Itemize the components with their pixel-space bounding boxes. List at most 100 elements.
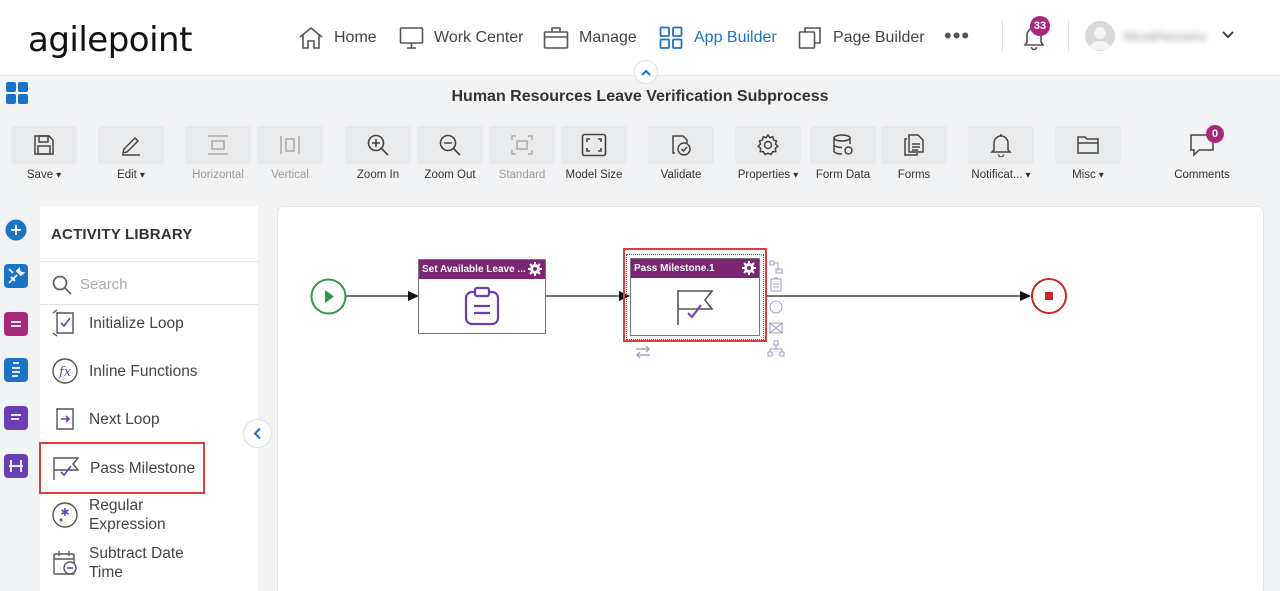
start-event[interactable] (310, 278, 347, 315)
bell-icon (990, 134, 1012, 157)
zoom-in-label: Zoom In (356, 169, 400, 181)
library-item-inline-functions[interactable]: fx Inline Functions (40, 348, 258, 394)
end-event[interactable] (1030, 277, 1068, 315)
nav-work-center-label: Work Center (434, 29, 524, 46)
model-size-button[interactable]: Model Size (561, 126, 627, 184)
user-icon (1089, 27, 1111, 50)
vertical-label: Vertical (271, 169, 309, 181)
model-size-label: Model Size (565, 169, 623, 181)
misc-button[interactable]: Misc ▾ (1055, 126, 1121, 184)
nav-work-center[interactable]: Work Center (399, 24, 524, 52)
library-item-label: Subtract Date Time (89, 545, 184, 581)
left-icon-rail (0, 206, 34, 591)
comments-button[interactable]: 0 Comments (1169, 125, 1235, 184)
library-item-label: Next Loop (89, 410, 160, 428)
edit-button[interactable]: Edit ▾ (98, 126, 164, 184)
vertical-button[interactable]: Vertical (257, 126, 323, 184)
library-item-initialize-loop[interactable]: Initialize Loop (40, 300, 258, 346)
edit-label: Edit (117, 169, 137, 181)
pass-milestone-icon (677, 289, 714, 325)
forms-icon (904, 134, 924, 156)
validate-label: Validate (660, 169, 702, 181)
zoom-in-button[interactable]: Zoom In (345, 126, 411, 184)
notifications-toolbar-button[interactable]: Notificat... ▾ (968, 126, 1034, 184)
nav-manage[interactable]: Manage (543, 24, 637, 52)
nav-app-builder-label: App Builder (694, 29, 777, 46)
comments-label: Comments (1174, 169, 1230, 181)
subtract-date-icon (53, 551, 77, 575)
variables-tab[interactable] (4, 454, 28, 478)
gear-icon[interactable] (742, 261, 756, 275)
comments-count-badge: 0 (1206, 125, 1224, 143)
nav-page-builder-label: Page Builder (833, 29, 925, 46)
library-item-regular-expression[interactable]: Regular Expression (40, 492, 258, 538)
stop-icon (1045, 292, 1053, 300)
chevron-down-icon: ▾ (793, 170, 799, 181)
collapse-library-button[interactable] (243, 419, 272, 448)
library-search (40, 261, 258, 305)
standard-label: Standard (498, 169, 546, 181)
forms-button[interactable]: Forms (881, 126, 947, 184)
fit-screen-icon (581, 133, 607, 157)
library-item-label: Inline Functions (89, 362, 198, 380)
folder-form-icon (11, 321, 21, 327)
activity-library-title: ACTIVITY LIBRARY (51, 226, 193, 243)
gear-icon[interactable] (528, 262, 542, 276)
horizontal-button[interactable]: Horizontal (185, 126, 251, 184)
zoom-out-button[interactable]: Zoom Out (417, 126, 483, 184)
quick-action-icons[interactable] (767, 259, 785, 359)
horizontal-label: Horizontal (192, 169, 244, 181)
avatar[interactable] (1085, 21, 1115, 51)
validate-button[interactable]: Validate (648, 126, 714, 184)
grid-icon (659, 26, 683, 49)
nav-home[interactable]: Home (298, 24, 377, 52)
process-canvas[interactable]: Set Available Leave ... Pass Milestone.1 (277, 206, 1264, 591)
activity-library-tab[interactable] (4, 264, 28, 288)
align-horizontal-icon (208, 135, 228, 155)
clipboard-tab[interactable] (4, 358, 28, 382)
library-item-label: Regular Expression (89, 497, 166, 533)
nav-divider (1068, 20, 1069, 52)
pencil-icon (121, 136, 140, 156)
nav-more-button[interactable]: ••• (944, 25, 970, 47)
save-button[interactable]: Save ▾ (11, 126, 77, 184)
gear-icon (757, 133, 779, 156)
add-activity-button[interactable] (4, 218, 28, 242)
activity-set-available-leave[interactable]: Set Available Leave ... (418, 259, 546, 334)
nav-app-builder[interactable]: App Builder (659, 24, 777, 52)
library-item-pass-milestone[interactable]: Pass Milestone (39, 442, 205, 494)
forms-tab[interactable] (4, 312, 28, 336)
monitor-icon (399, 27, 424, 49)
swap-icon[interactable] (634, 345, 652, 359)
standard-button[interactable]: Standard (489, 126, 555, 184)
align-vertical-icon (280, 136, 300, 154)
tools-icon (8, 267, 25, 284)
notifications-label: Notificat... (971, 169, 1023, 181)
folder-icon (1077, 136, 1099, 154)
next-loop-icon (56, 408, 74, 430)
nav-home-label: Home (334, 29, 377, 46)
pass-milestone-icon (53, 457, 80, 480)
collapse-header-button[interactable] (634, 60, 658, 84)
briefcase-icon (543, 27, 569, 49)
activity-pass-milestone[interactable]: Pass Milestone.1 (630, 258, 760, 336)
library-item-next-loop[interactable]: Next Loop (40, 396, 258, 442)
chevron-down-icon[interactable] (1221, 30, 1235, 40)
zoom-in-icon (367, 134, 389, 156)
chevron-left-icon (253, 427, 261, 440)
nav-page-builder[interactable]: Page Builder (798, 24, 925, 52)
form-data-button[interactable]: Form Data (810, 126, 876, 184)
pages-icon (798, 27, 821, 49)
chevron-down-icon: ▾ (56, 170, 62, 181)
save-label: Save (26, 169, 54, 181)
library-item-subtract-date-time[interactable]: Subtract Date Time (40, 540, 258, 586)
process-toolbar: Save ▾ Edit ▾ Horizontal Vertical Zoom In … (0, 116, 1280, 186)
properties-button[interactable]: Properties ▾ (735, 126, 801, 184)
search-input[interactable] (80, 272, 240, 296)
search-icon (52, 275, 72, 295)
user-name[interactable]: MuskNovaAs (1124, 28, 1206, 44)
activity-title: Set Available Leave ... (422, 264, 526, 275)
agilepoint-logo[interactable]: agilepoint (28, 20, 192, 60)
messages-tab[interactable] (4, 406, 28, 430)
clipboard-icon (12, 362, 20, 377)
